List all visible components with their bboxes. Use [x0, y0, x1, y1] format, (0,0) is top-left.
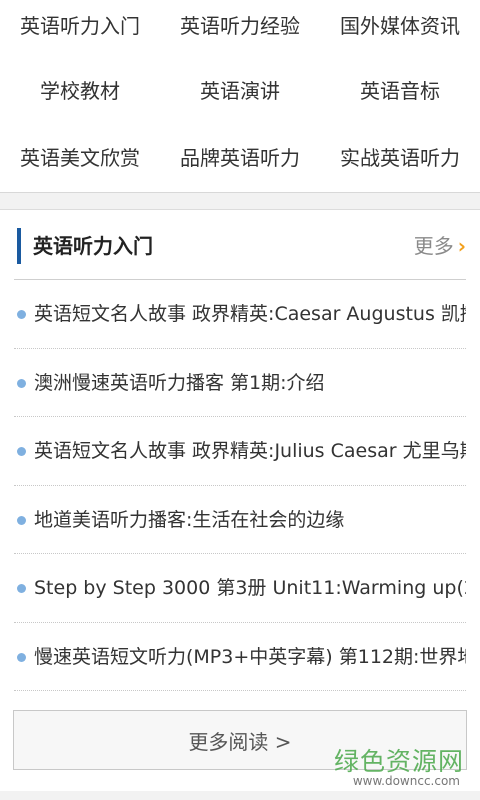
- list-item[interactable]: 地道美语听力播客:生活在社会的边缘: [0, 486, 480, 554]
- article-title: 慢速英语短文听力(MP3+中英字幕) 第112期:世界地: [34, 645, 466, 668]
- category-item[interactable]: 英语听力入门: [0, 0, 160, 55]
- category-item[interactable]: 国外媒体资讯: [320, 0, 480, 55]
- category-grid: 英语听力入门 英语听力经验 国外媒体资讯 学校教材 英语演讲 英语音标 英语美文…: [0, 0, 480, 193]
- chevron-right-icon: ›: [457, 234, 466, 258]
- bullet-icon: [17, 584, 26, 593]
- bullet-icon: [17, 652, 26, 662]
- watermark-logo-text: 绿色资源网: [333, 747, 464, 776]
- category-item[interactable]: 实战英语听力: [320, 123, 480, 190]
- article-title: 英语短文名人故事 政界精英:Julius Caesar 尤里乌斯.: [34, 440, 466, 462]
- bullet-icon: [17, 447, 26, 456]
- more-label: 更多: [413, 234, 454, 258]
- article-list: 英语短文名人故事 政界精英:Caesar Augustus 凯撒· 澳洲慢速英语…: [0, 280, 480, 691]
- bullet-icon: [17, 515, 26, 525]
- section-accent-bar: [17, 228, 21, 264]
- category-item[interactable]: 英语听力经验: [160, 0, 320, 55]
- bottom-strip: [0, 792, 480, 800]
- list-item[interactable]: 慢速英语短文听力(MP3+中英字幕) 第112期:世界地: [0, 623, 480, 691]
- bullet-icon: [17, 310, 26, 319]
- article-panel: 英语听力入门 更多 › 英语短文名人故事 政界精英:Caesar Augustu…: [0, 209, 480, 791]
- category-item[interactable]: 品牌英语听力: [160, 123, 320, 190]
- bullet-icon: [17, 378, 26, 388]
- category-item[interactable]: 英语音标: [320, 55, 480, 123]
- list-item[interactable]: 澳洲慢速英语听力播客 第1期:介绍: [0, 349, 480, 417]
- watermark-url: www.downcc.com: [352, 774, 460, 788]
- category-item[interactable]: 学校教材: [0, 55, 160, 123]
- category-item[interactable]: 英语美文欣赏: [0, 123, 160, 190]
- list-item[interactable]: 英语短文名人故事 政界精英:Caesar Augustus 凯撒·: [0, 280, 480, 349]
- article-title: 澳洲慢速英语听力播客 第1期:介绍: [34, 371, 325, 394]
- category-item[interactable]: 英语演讲: [160, 55, 320, 123]
- list-item[interactable]: Step by Step 3000 第3册 Unit11:Warming up(…: [0, 554, 480, 623]
- article-title: 英语短文名人故事 政界精英:Caesar Augustus 凯撒·: [34, 303, 466, 325]
- article-title: Step by Step 3000 第3册 Unit11:Warming up(…: [34, 577, 466, 599]
- divider: [14, 690, 466, 691]
- article-title: 地道美语听力播客:生活在社会的边缘: [34, 508, 345, 531]
- section-header: 英语听力入门 更多 ›: [0, 210, 480, 280]
- more-link[interactable]: 更多 ›: [414, 228, 466, 264]
- section-title: 英语听力入门: [33, 234, 153, 258]
- list-item[interactable]: 英语短文名人故事 政界精英:Julius Caesar 尤里乌斯.: [0, 417, 480, 486]
- watermark: 绿色资源网 www.downcc.com: [324, 740, 464, 792]
